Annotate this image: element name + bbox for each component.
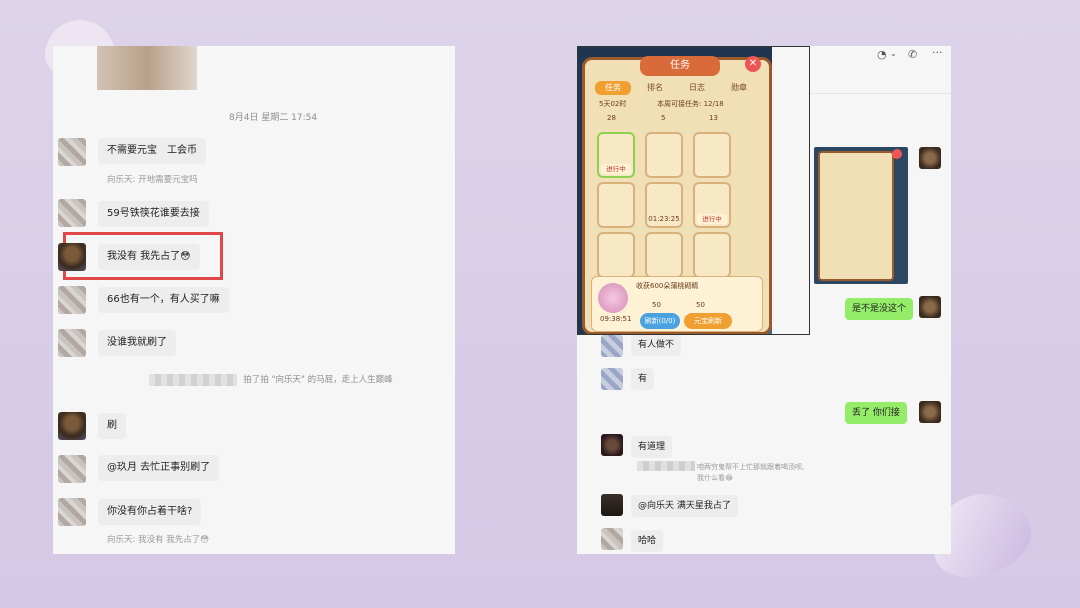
avatar[interactable] — [601, 434, 623, 456]
countdown: 09:38:51 — [600, 315, 632, 323]
message-bubble[interactable]: 有 — [631, 368, 655, 390]
message-bubble[interactable]: 哈哈 — [631, 530, 664, 552]
blurred-name — [149, 374, 237, 386]
weekly-count: 本周可接任务: 12/18 — [657, 100, 724, 108]
avatar[interactable] — [601, 335, 623, 357]
task-cell[interactable] — [645, 132, 683, 178]
avatar[interactable] — [919, 147, 941, 169]
quoted-message[interactable]: 咱两穷鬼帮不上忙那就跟着喝汤呗, 我什么看😂 — [639, 462, 804, 484]
task-cell[interactable]: 进行中 — [693, 182, 731, 228]
game-title: 任务 — [640, 56, 720, 76]
message-bubble[interactable]: 有人做不 — [631, 334, 682, 356]
quoted-message[interactable]: 向乐天: 开地需要元宝吗 — [107, 173, 198, 185]
tab-ranking[interactable]: 排名 — [637, 81, 673, 95]
reward-panel: 收获600朵蒲桃砌睛 09:38:51 50 50 刷新(0/0) 元宝刷新 — [591, 276, 763, 332]
gold-refresh-button[interactable]: 元宝刷新 — [684, 313, 732, 329]
task-status: 进行中 — [697, 214, 727, 224]
avatar[interactable] — [58, 412, 86, 440]
avatar[interactable] — [601, 528, 623, 550]
photo-thumbnail[interactable] — [97, 46, 197, 90]
task-cell[interactable]: 进行中 — [597, 132, 635, 178]
more-icon[interactable]: ··· — [932, 46, 943, 59]
avatar[interactable] — [58, 498, 86, 526]
task-timer: 01:23:25 — [648, 215, 680, 223]
avatar[interactable] — [58, 138, 86, 166]
task-cell[interactable] — [645, 232, 683, 278]
left-chat-panel: 8月4日 星期二 17:54 不需要元宝 工会币 向乐天: 开地需要元宝吗 59… — [53, 46, 455, 554]
avatar[interactable] — [601, 368, 623, 390]
avatar[interactable] — [919, 401, 941, 423]
task-cell[interactable] — [693, 232, 731, 278]
avatar[interactable] — [58, 455, 86, 483]
message-bubble[interactable]: @玖月 去忙正事别刷了 — [98, 455, 220, 481]
dropdown-icon[interactable]: ⌄ — [890, 49, 897, 58]
tab-log[interactable]: 日志 — [679, 81, 715, 95]
message-bubble[interactable]: 我没有 我先占了😳 — [98, 244, 200, 270]
header-divider — [810, 93, 951, 94]
task-status: 进行中 — [601, 164, 631, 174]
tab-medal[interactable]: 勋章 — [721, 81, 757, 95]
tab-tasks[interactable]: 任务 — [595, 81, 631, 95]
avatar[interactable] — [58, 243, 86, 271]
avatar[interactable] — [919, 296, 941, 318]
message-bubble[interactable]: 59号铁筷花谁要去接 — [98, 201, 209, 227]
message-bubble[interactable]: 有道理 — [631, 436, 673, 458]
close-icon[interactable]: ✕ — [745, 56, 761, 72]
mini-close-icon — [892, 149, 902, 159]
task-cell[interactable]: 01:23:25 — [645, 182, 683, 228]
resource-value: 28 — [607, 114, 616, 122]
message-bubble[interactable]: 丢了 你们接 — [845, 402, 907, 424]
resource-value: 5 — [661, 114, 666, 122]
task-board: 任务 ✕ 任务 排名 日志 勋章 5天02时 本周可接任务: 12/18 28 … — [582, 56, 772, 334]
task-cell[interactable] — [693, 132, 731, 178]
message-bubble[interactable]: 刷 — [98, 413, 126, 439]
task-cell[interactable] — [597, 182, 635, 228]
reward-text: 收获600朵蒲桃砌睛 — [636, 282, 699, 290]
avatar[interactable] — [58, 329, 86, 357]
task-cell[interactable] — [597, 232, 635, 278]
message-bubble[interactable]: 没谁我就刷了 — [98, 330, 176, 356]
timer-label: 5天02时 — [599, 100, 627, 108]
game-screenshot[interactable]: 任务 ✕ 任务 排名 日志 勋章 5天02时 本周可接任务: 12/18 28 … — [577, 46, 810, 335]
refresh-button[interactable]: 刷新(0/0) — [640, 313, 680, 329]
reward-value: 50 — [696, 301, 705, 309]
timestamp: 8月4日 星期二 17:54 — [229, 113, 318, 123]
message-bubble[interactable]: 你没有你占着干啥? — [98, 499, 202, 525]
avatar[interactable] — [601, 494, 623, 516]
game-right-strip — [772, 47, 809, 334]
image-message[interactable] — [814, 147, 908, 284]
mini-board — [818, 151, 894, 281]
phone-icon[interactable]: ✆ — [908, 48, 917, 61]
chat-icon[interactable]: ◔ — [877, 48, 887, 61]
quoted-message[interactable]: 向乐天: 我没有 我先占了😳 — [107, 533, 209, 545]
resource-value: 13 — [709, 114, 718, 122]
message-bubble[interactable]: 不需要元宝 工会币 — [98, 138, 206, 164]
message-bubble[interactable]: 是不是没这个 — [845, 298, 914, 320]
system-message: 拍了拍 "向乐天" 的马屁，走上人生巅峰 — [243, 375, 393, 385]
reward-value: 50 — [652, 301, 661, 309]
message-bubble[interactable]: @向乐天 满天星我占了 — [631, 495, 738, 517]
avatar[interactable] — [58, 286, 86, 314]
reward-icon — [598, 283, 628, 313]
avatar[interactable] — [58, 199, 86, 227]
message-bubble[interactable]: 66也有一个，有人买了嘛 — [98, 287, 229, 313]
